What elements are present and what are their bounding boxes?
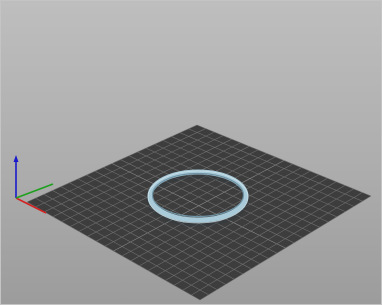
z-axis-arrowhead (13, 155, 19, 162)
ground-plane (27, 125, 371, 300)
scene-canvas[interactable] (1, 1, 382, 305)
3d-viewport[interactable] (0, 0, 382, 305)
